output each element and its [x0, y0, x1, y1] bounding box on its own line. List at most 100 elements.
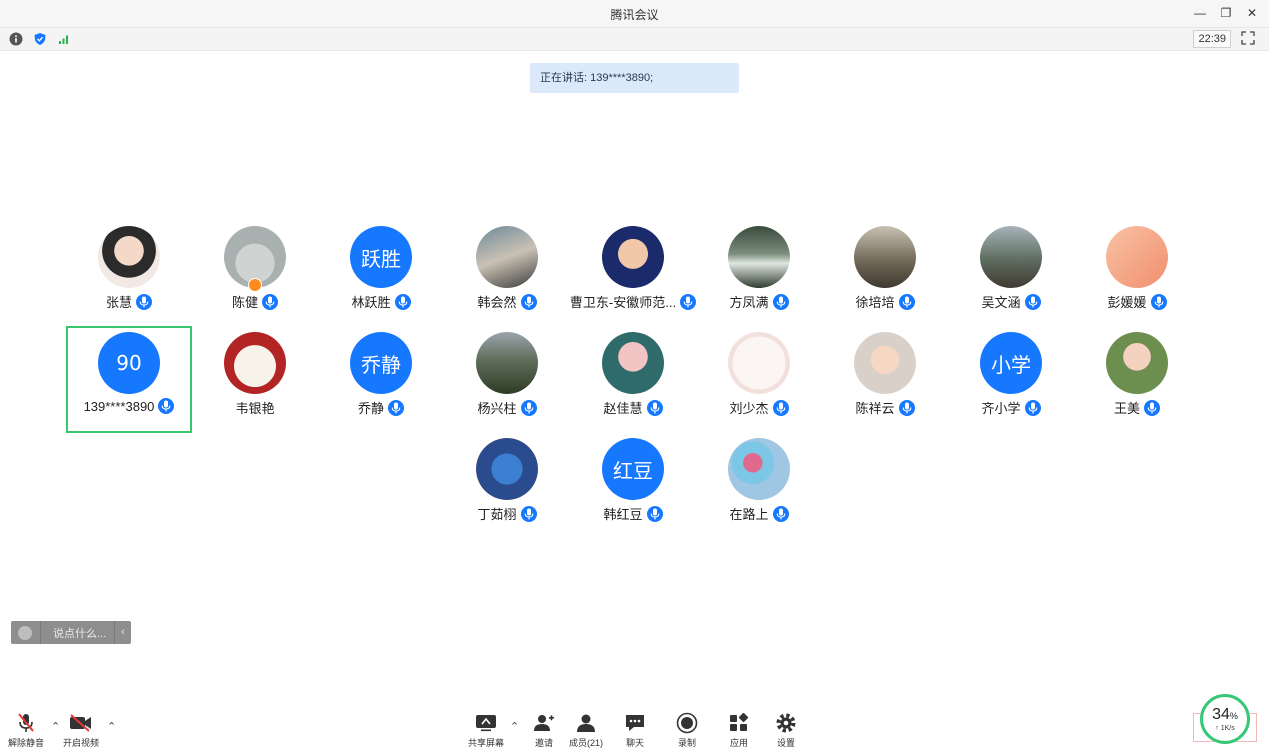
network-status-widget[interactable]: 34% ↑ 1K/s — [1193, 694, 1257, 744]
mic-icon — [1024, 293, 1041, 310]
participant-name: 陈健 — [231, 295, 258, 310]
participant-name: 徐培培 — [855, 295, 895, 310]
video-options-chevron-icon[interactable]: ⌃ — [107, 720, 116, 733]
record-label: 录制 — [677, 738, 696, 748]
chat-placeholder[interactable]: 说点什么... — [53, 625, 106, 641]
participant-tile[interactable]: 张慧 — [66, 226, 192, 330]
participant-name-row: 张慧 — [66, 292, 192, 311]
participant-tile[interactable]: 曹卫东-安徽师范... — [569, 226, 697, 330]
participant-tile[interactable]: 乔静 乔静 — [318, 332, 444, 436]
mic-icon — [262, 293, 278, 310]
mic-icon — [158, 398, 175, 414]
participant-name-row: 韦银艳 — [192, 398, 318, 417]
participant-tile[interactable]: 小学 齐小学 — [948, 332, 1074, 436]
mic-icon — [1024, 399, 1041, 416]
participant-tile[interactable]: 在路上 — [696, 438, 822, 542]
participant-name-row: 吴文涵 — [948, 292, 1074, 311]
mic-icon — [898, 293, 915, 310]
mic-icon — [520, 399, 537, 416]
participant-name-row: 陈健 — [192, 292, 318, 311]
apps-button[interactable]: 应用 — [726, 712, 752, 749]
settings-button[interactable]: 设置 — [773, 712, 799, 749]
network-percent: 34% — [1193, 706, 1257, 724]
participant-name: 吴文涵 — [981, 295, 1021, 310]
network-percent-value: 34 — [1212, 706, 1230, 723]
members-icon — [573, 712, 599, 734]
mic-icon — [1150, 293, 1167, 310]
participant-tile[interactable]: 王美 — [1074, 332, 1200, 436]
start-video-button[interactable]: 开启视频 — [63, 712, 99, 749]
mic-icon — [394, 293, 411, 310]
settings-label: 设置 — [776, 738, 795, 748]
participant-avatar — [854, 332, 916, 394]
participant-tile[interactable]: 杨兴柱 — [444, 332, 570, 436]
participant-name-row: 王美 — [1074, 398, 1200, 417]
participant-avatar — [224, 332, 286, 394]
members-button[interactable]: 成员(21) — [569, 712, 603, 749]
participant-tile[interactable]: 陈健 — [192, 226, 318, 330]
participant-tile[interactable]: 红豆 韩红豆 — [570, 438, 696, 542]
participant-tile[interactable]: 陈祥云 — [822, 332, 948, 436]
participant-avatar: 乔静 — [350, 332, 412, 394]
participant-tile[interactable]: 韩会然 — [444, 226, 570, 330]
participant-name-row: 乔静 — [318, 398, 444, 417]
participant-name-row: 林跃胜 — [318, 292, 444, 311]
participant-avatar: 跃胜 — [350, 226, 412, 288]
mic-icon — [898, 399, 915, 416]
participant-name: 韦银艳 — [235, 401, 275, 416]
participant-tile[interactable]: 90 139****3890 — [66, 326, 192, 433]
participant-name: 杨兴柱 — [477, 401, 517, 416]
participant-name: 刘少杰 — [729, 401, 769, 416]
add-person-icon — [531, 712, 557, 734]
participant-tile[interactable]: 丁茹栩 — [444, 438, 570, 542]
share-options-chevron-icon[interactable]: ⌃ — [510, 720, 519, 733]
chat-button[interactable]: 聊天 — [622, 712, 648, 749]
collapse-chat-icon[interactable]: ‹ — [114, 621, 131, 644]
participant-name-row: 丁茹栩 — [444, 504, 570, 523]
apps-grid-icon — [726, 712, 752, 734]
participant-tile[interactable]: 刘少杰 — [696, 332, 822, 436]
participant-tile[interactable]: 赵佳慧 — [570, 332, 696, 436]
participant-name-row: 韩会然 — [444, 292, 570, 311]
invite-label: 邀请 — [534, 738, 553, 748]
apps-label: 应用 — [729, 738, 748, 748]
mic-icon — [520, 505, 537, 522]
invite-button[interactable]: 邀请 — [531, 712, 557, 749]
participant-name: 张慧 — [105, 295, 132, 310]
chat-input-bar[interactable]: 说点什么... ‹ — [11, 621, 131, 644]
participant-avatar — [476, 226, 538, 288]
participant-tile[interactable]: 韦银艳 — [192, 332, 318, 436]
participant-name-row: 方凤满 — [696, 292, 822, 311]
participant-avatar — [728, 226, 790, 288]
participant-avatar — [728, 332, 790, 394]
participant-tile[interactable]: 跃胜 林跃胜 — [318, 226, 444, 330]
participant-tile[interactable]: 徐培培 — [822, 226, 948, 330]
emoji-icon[interactable] — [18, 625, 32, 640]
participant-tile[interactable]: 方凤满 — [696, 226, 822, 330]
participant-name: 王美 — [1113, 401, 1140, 416]
participant-avatar — [1106, 332, 1168, 394]
unmute-label: 解除静音 — [8, 738, 45, 748]
participant-avatar — [476, 438, 538, 500]
participant-name: 139****3890 — [83, 398, 155, 414]
participant-name: 在路上 — [729, 507, 769, 522]
participant-tile[interactable]: 彭媛媛 — [1074, 226, 1200, 330]
share-screen-button[interactable]: 共享屏幕 — [468, 712, 504, 749]
audio-options-chevron-icon[interactable]: ⌃ — [51, 720, 60, 733]
share-screen-icon — [473, 712, 499, 734]
unmute-button[interactable]: 解除静音 — [8, 712, 44, 749]
members-label: 成员(21) — [569, 738, 604, 748]
participant-name-row: 刘少杰 — [696, 398, 822, 417]
participant-name-row: 139****3890 — [68, 398, 190, 414]
participant-name-row: 赵佳慧 — [570, 398, 696, 417]
host-badge-icon — [248, 278, 262, 292]
participant-name-row: 徐培培 — [822, 292, 948, 311]
participant-name-row: 齐小学 — [948, 398, 1074, 417]
participant-name-row: 陈祥云 — [822, 398, 948, 417]
participant-avatar — [98, 226, 160, 288]
record-button[interactable]: 录制 — [674, 712, 700, 749]
participant-name: 曹卫东-安徽师范... — [569, 295, 677, 310]
participant-tile[interactable]: 吴文涵 — [948, 226, 1074, 330]
participant-name-row: 韩红豆 — [570, 504, 696, 523]
participant-grid: 张慧 陈健 跃胜林跃胜 韩会然 曹卫东-安徽师范... 方凤满 徐培培 吴文涵 彭媛媛 90 139… — [0, 0, 1269, 753]
